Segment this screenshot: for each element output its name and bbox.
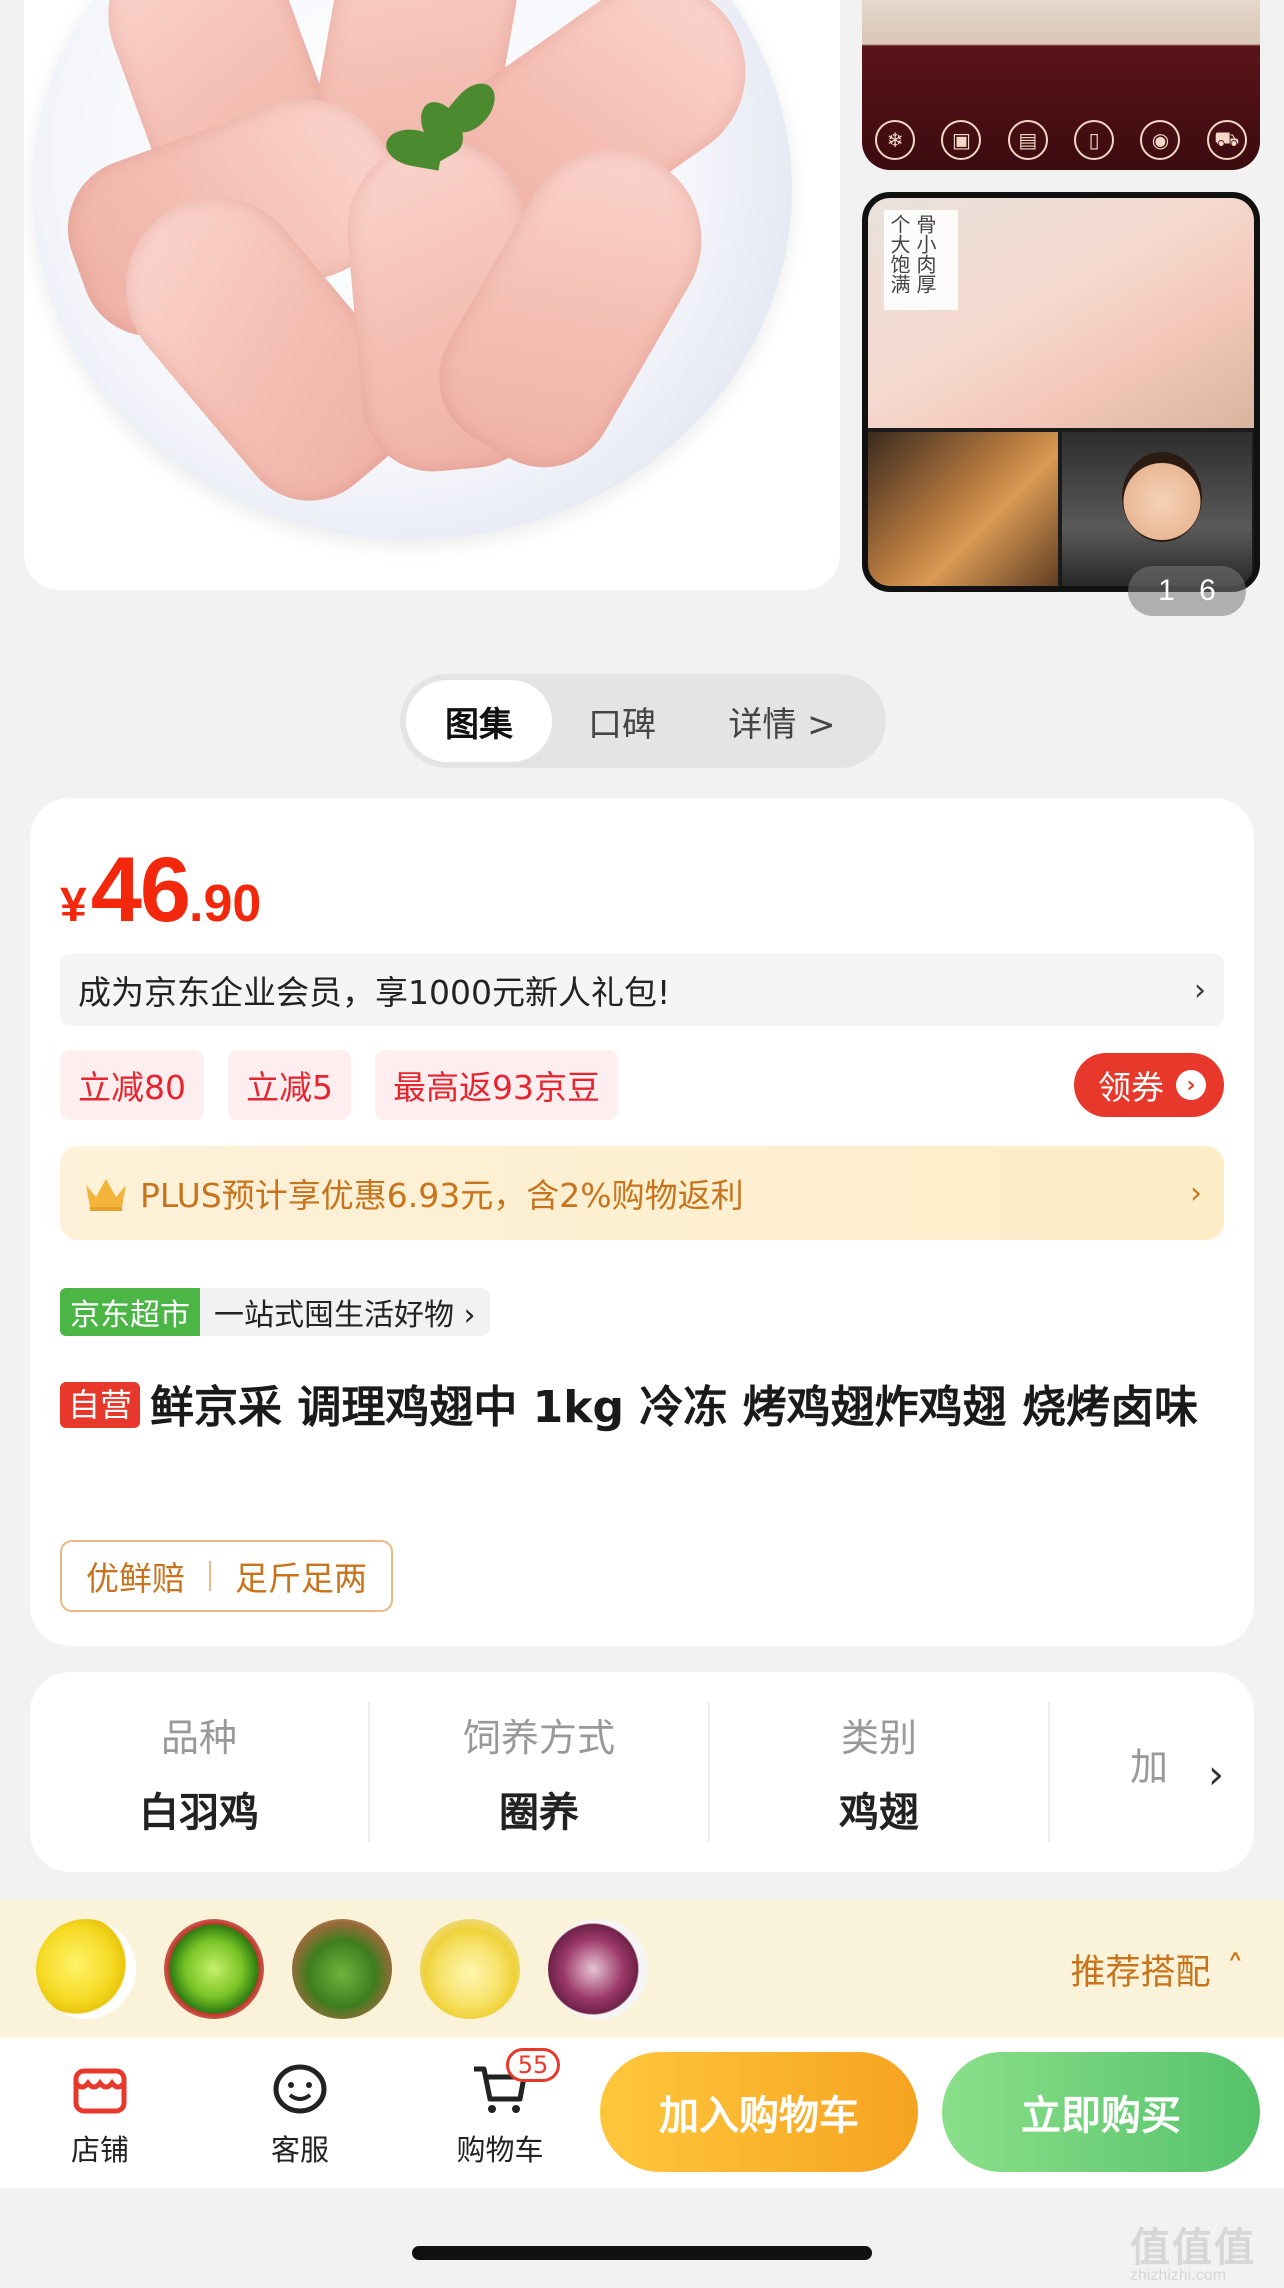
badge-line: 骨小肉厚 [913,214,937,294]
arrow-circle-icon: › [1176,1070,1206,1100]
tab-details[interactable]: 详情 > [692,680,872,762]
compensation-icon: ◉ [1140,120,1181,160]
product-gallery[interactable]: ❄ ▣ ▤ ▯ ◉ ⛟ 个大饱满 骨小肉厚 1 6 [0,0,1284,640]
product-info-card: ¥ 46 .90 成为京东企业会员，享1000元新人礼包! › 立减80 立减5… [30,798,1254,1646]
recommend-thumb-broccoli[interactable] [292,1919,392,2019]
service-icons-row: ❄ ▣ ▤ ▯ ◉ ⛟ [862,120,1260,160]
guarantee-item: 足斤足两 [235,1559,367,1598]
thumbnail-cold-chain[interactable]: ❄ ▣ ▤ ▯ ◉ ⛟ [862,0,1260,170]
promotions-row: 立减80 立减5 最高返93京豆 领券 › [60,1050,1224,1120]
recommended-bundle-bar[interactable]: 推荐搭配 ˄ [0,1900,1284,2038]
thumbnail-wings-collage[interactable]: 个大饱满 骨小肉厚 [862,192,1260,592]
jd-supermarket-tag: 京东超市 [60,1288,200,1336]
divider [209,1561,211,1591]
attribute-key: 品种 [160,1715,237,1760]
customer-service-button[interactable]: 客服 [200,2038,400,2188]
feature-badge: 个大饱满 骨小肉厚 [884,210,958,310]
guarantee-item: 优鲜赔 [86,1559,185,1598]
product-attributes-card[interactable]: 品种 白羽鸡 饲养方式 圈养 类别 鸡翅 加 › [30,1672,1254,1872]
member-banner-text: 成为京东企业会员，享1000元新人礼包! [78,973,671,1012]
attribute-value: 白羽鸡 [139,1789,259,1836]
membrane-icon: ▯ [1074,120,1115,160]
store-button[interactable]: 店铺 [0,2038,200,2188]
roasted-wings-image [868,432,1058,586]
attribute-category: 类别 鸡翅 [710,1702,1050,1842]
store-icon [73,2068,127,2114]
main-product-photo[interactable] [24,0,840,590]
promo-tag[interactable]: 立减5 [228,1050,351,1120]
service-label: 客服 [270,2133,329,2167]
price-currency: ¥ [60,879,87,932]
get-coupon-label: 领券 [1098,1068,1164,1107]
enterprise-member-banner[interactable]: 成为京东企业会员，享1000元新人礼包! › [60,954,1224,1026]
cart-label: 购物车 [456,2133,544,2167]
attribute-key: 加 [1130,1744,1169,1789]
home-indicator[interactable] [412,2246,872,2260]
chevron-right-icon: › [1194,972,1206,1008]
store-tag-row[interactable]: 京东超市 一站式囤生活好物 › [60,1288,490,1336]
box-icon: ▣ [941,120,982,160]
tab-reviews[interactable]: 口碑 [552,680,692,762]
chevron-right-icon[interactable]: › [1208,1752,1224,1798]
recommend-toggle[interactable]: 推荐搭配 ˄ [1070,1944,1244,1995]
product-title: 自营 鲜京采 调理鸡翅中 1kg 冷冻 烤鸡翅炸鸡翅 烧烤卤味 [60,1370,1230,1446]
plus-banner-text: PLUS预计享优惠6.93元，含2%购物返利 [140,1176,744,1215]
attribute-value: 圈养 [499,1789,579,1836]
watermark-logo-text: 值值值 [1130,2226,1256,2270]
plus-discount-banner[interactable]: PLUS预计享优惠6.93元，含2%购物返利 › [60,1146,1224,1240]
page-total: 6 [1199,574,1216,607]
ice-pack-icon: ▤ [1007,120,1048,160]
self-operated-tag: 自营 [60,1382,141,1428]
recommend-thumb-onion[interactable] [548,1919,648,2019]
recommend-thumb-lemon-slices[interactable] [420,1919,520,2019]
site-watermark: 值值值 zhizhizhi.com [1130,2228,1280,2284]
chevron-up-icon: ˄ [1226,1949,1245,1989]
promo-tag[interactable]: 最高返93京豆 [375,1050,618,1120]
bottom-action-bar: 店铺 客服 购物车 55 加入购物车 立即购买 [0,2038,1284,2188]
recommend-label: 推荐搭配 [1070,1952,1211,1993]
chevron-right-icon: › [1190,1175,1202,1211]
add-to-cart-button[interactable]: 加入购物车 [600,2052,918,2172]
badge-line: 个大饱满 [887,214,911,294]
attribute-feeding: 饲养方式 圈养 [370,1702,710,1842]
section-tabs: 图集 口碑 详情 > [400,674,886,768]
promo-tag[interactable]: 立减80 [60,1050,204,1120]
service-guarantees[interactable]: 优鲜赔 足斤足两 [60,1540,393,1612]
attribute-breed: 品种 白羽鸡 [30,1702,370,1842]
attribute-key: 类别 [840,1715,917,1760]
tab-gallery[interactable]: 图集 [406,680,552,762]
chat-smiley-icon [273,2064,327,2114]
crown-icon [86,1179,126,1211]
price-integer: 46 [90,839,191,941]
watermark-url: zhizhizhi.com [1130,2267,1227,2284]
price: ¥ 46 .90 [60,838,261,943]
recommend-thumb-lemon[interactable] [36,1919,136,2019]
price-decimal: .90 [189,875,262,933]
buy-now-button[interactable]: 立即购买 [942,2052,1260,2172]
attribute-value: 鸡翅 [839,1789,919,1836]
cold-chain-truck-icon: ⛟ [1206,120,1247,160]
gallery-page-indicator: 1 6 [1128,566,1246,616]
attribute-key: 饲养方式 [462,1715,615,1760]
product-title-text: 鲜京采 调理鸡翅中 1kg 冷冻 烤鸡翅炸鸡翅 烧烤卤味 [150,1382,1198,1433]
cart-button[interactable]: 购物车 55 [400,2038,600,2188]
snowflake-icon: ❄ [875,120,916,160]
recommend-thumb-lime[interactable] [164,1919,264,2019]
page-current: 1 [1158,574,1175,607]
get-coupon-button[interactable]: 领券 › [1074,1053,1224,1117]
store-label: 店铺 [70,2133,129,2167]
attribute-processing: 加 [1050,1702,1190,1842]
cart-count-badge: 55 [506,2048,560,2082]
store-slogan: 一站式囤生活好物 › [200,1288,490,1336]
